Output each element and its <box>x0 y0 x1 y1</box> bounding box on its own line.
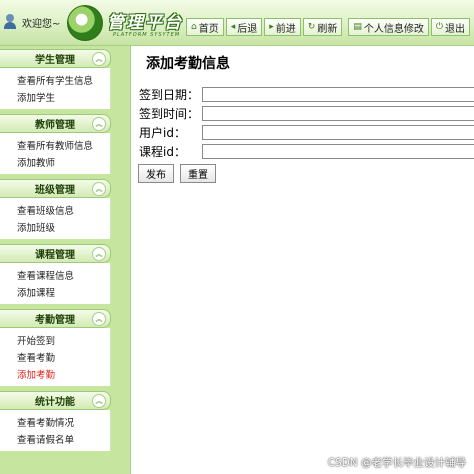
signin-date-input[interactable] <box>202 87 474 102</box>
collapse-icon[interactable]: ︽ <box>92 182 106 196</box>
welcome-text: 欢迎您~ <box>22 18 61 30</box>
home-button[interactable]: ⌂ 首页 <box>186 18 224 36</box>
page-title: 添加考勤信息 <box>146 56 230 72</box>
sidebar-item-start-signin[interactable]: 开始签到 <box>17 333 110 350</box>
form-row-course: 课程id： <box>139 142 474 161</box>
forward-button[interactable]: ▸ 前进 <box>264 18 301 36</box>
top-toolbar: ⌂ 首页 ◂ 后退 ▸ 前进 ↻ 刷新 ▤ 个人信息修改 ⏻ 退出 <box>186 17 472 37</box>
logout-button[interactable]: ⏻ 退出 <box>430 18 470 36</box>
sidebar-item-add-attendance[interactable]: 添加考勤 <box>17 367 110 384</box>
refresh-button[interactable]: ↻ 刷新 <box>302 18 343 36</box>
signin-time-label: 签到时间： <box>139 107 200 121</box>
home-label: 首页 <box>198 23 219 35</box>
form-row-date: 签到日期： <box>139 85 474 104</box>
welcome-area: 欢迎您~ <box>0 8 60 36</box>
sidebar-section-student: 学生管理 ︽ 查看所有学生信息 添加学生 <box>0 49 111 109</box>
sidebar-item-attendance-stats[interactable]: 查看考勤情况 <box>17 415 110 432</box>
sidebar-item-add-course[interactable]: 添加课程 <box>17 285 110 302</box>
sidebar-item-view-classes[interactable]: 查看班级信息 <box>17 203 110 220</box>
sidebar-item-add-class[interactable]: 添加班级 <box>17 220 110 237</box>
logo-title: 管理平台 <box>107 13 183 33</box>
section-title: 教师管理 <box>35 120 75 131</box>
course-id-input[interactable] <box>202 144 474 159</box>
sidebar-item-add-teacher[interactable]: 添加教师 <box>17 155 110 172</box>
sidebar-section-class: 班级管理 ︽ 查看班级信息 添加班级 <box>0 179 111 239</box>
attendance-form: 签到日期： 签到时间： 用户id： 课程id： 发布 重置 <box>138 85 474 183</box>
refresh-icon: ↻ <box>307 22 316 32</box>
back-button[interactable]: ◂ 后退 <box>225 18 263 36</box>
section-title: 班级管理 <box>35 185 75 196</box>
logout-icon: ⏻ <box>435 22 443 32</box>
sidebar-item-view-courses[interactable]: 查看课程信息 <box>17 268 110 285</box>
collapse-icon[interactable]: ︽ <box>92 312 106 326</box>
forward-label: 前进 <box>275 23 296 35</box>
user-id-label: 用户id： <box>139 126 186 140</box>
logout-label: 退出 <box>444 23 465 35</box>
sidebar-section-course: 课程管理 ︽ 查看课程信息 添加课程 <box>0 244 111 304</box>
section-header[interactable]: 考勤管理 ︽ <box>0 309 111 328</box>
logo-subtitle: PLATFORM SYSYTEM <box>113 32 181 38</box>
section-title: 考勤管理 <box>35 315 75 326</box>
back-icon: ◂ <box>230 22 236 32</box>
back-label: 后退 <box>237 23 258 35</box>
collapse-icon[interactable]: ︽ <box>92 52 106 66</box>
sidebar-section-statistics: 统计功能 ︽ 查看考勤情况 查看请假名单 <box>0 391 111 451</box>
sidebar-item-view-students[interactable]: 查看所有学生信息 <box>17 73 110 90</box>
home-icon: ⌂ <box>191 22 197 32</box>
section-title: 统计功能 <box>35 397 75 408</box>
user-avatar-icon <box>3 14 17 30</box>
profile-edit-button[interactable]: ▤ 个人信息修改 <box>348 18 429 36</box>
sidebar-item-leave-list[interactable]: 查看请假名单 <box>17 432 110 449</box>
collapse-icon[interactable]: ︽ <box>92 117 106 131</box>
collapse-icon[interactable]: ︽ <box>92 394 106 408</box>
signin-date-label: 签到日期： <box>139 88 200 102</box>
sidebar: 学生管理 ︽ 查看所有学生信息 添加学生 教师管理 ︽ 查看所有教师信息 添加教… <box>0 46 131 474</box>
sidebar-section-teacher: 教师管理 ︽ 查看所有教师信息 添加教师 <box>0 114 111 174</box>
top-header: 欢迎您~ 管理平台 PLATFORM SYSYTEM ⌂ 首页 ◂ 后退 ▸ 前进 ↻… <box>0 0 474 46</box>
course-id-label: 课程id： <box>139 145 186 159</box>
section-header[interactable]: 统计功能 ︽ <box>0 391 111 410</box>
refresh-label: 刷新 <box>317 23 338 35</box>
main-content: 添加考勤信息 签到日期： 签到时间： 用户id： 课程id： 发布 重置 <box>131 46 474 474</box>
forward-icon: ▸ <box>269 22 274 32</box>
signin-time-input[interactable] <box>202 106 474 121</box>
form-buttons: 发布 重置 <box>138 164 474 183</box>
section-title: 课程管理 <box>35 250 75 261</box>
collapse-icon[interactable]: ︽ <box>92 247 106 261</box>
watermark: CSDN @老学长毕业设计辅导 <box>327 457 466 469</box>
platform-logo: 管理平台 PLATFORM SYSYTEM <box>67 4 185 42</box>
sidebar-section-attendance: 考勤管理 ︽ 开始签到 查看考勤 添加考勤 <box>0 309 111 386</box>
user-id-input[interactable] <box>202 125 474 140</box>
section-title: 学生管理 <box>35 55 75 66</box>
profile-edit-label: 个人信息修改 <box>363 23 424 35</box>
profile-icon: ▤ <box>353 22 362 32</box>
section-header[interactable]: 班级管理 ︽ <box>0 179 111 198</box>
logo-emblem-icon <box>67 5 103 41</box>
form-row-time: 签到时间： <box>139 104 474 123</box>
submit-button[interactable]: 发布 <box>138 164 174 183</box>
sidebar-item-view-attendance[interactable]: 查看考勤 <box>17 350 110 367</box>
section-header[interactable]: 课程管理 ︽ <box>0 244 111 263</box>
section-header[interactable]: 学生管理 ︽ <box>0 49 111 68</box>
sidebar-item-view-teachers[interactable]: 查看所有教师信息 <box>17 138 110 155</box>
form-row-user: 用户id： <box>139 123 474 142</box>
section-header[interactable]: 教师管理 ︽ <box>0 114 111 133</box>
reset-button[interactable]: 重置 <box>180 164 216 183</box>
sidebar-item-add-student[interactable]: 添加学生 <box>17 90 110 107</box>
